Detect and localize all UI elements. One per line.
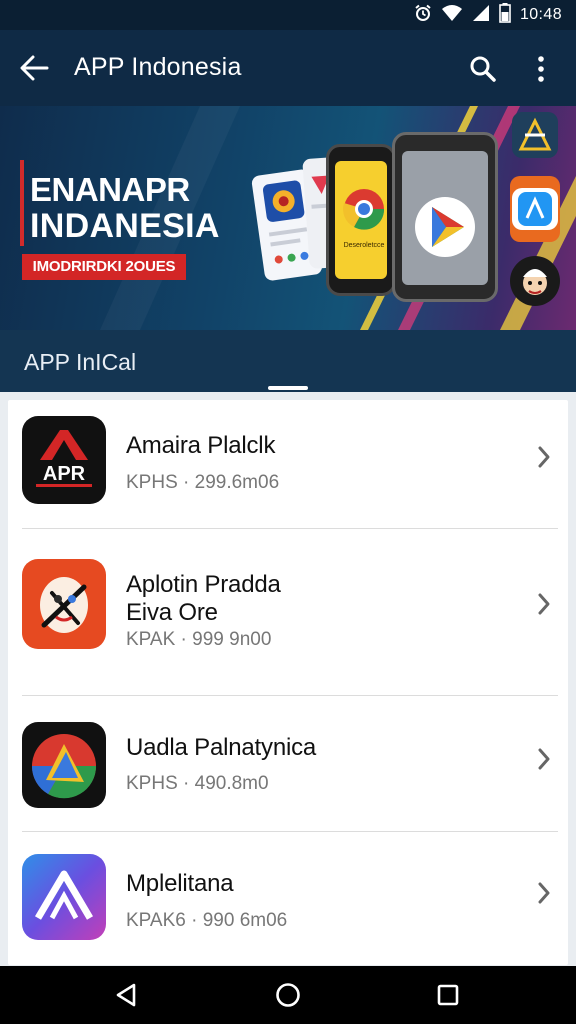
banner-tag: IMODRIRDKI 2OUES bbox=[22, 254, 186, 280]
play-logo-icon bbox=[415, 197, 475, 257]
banner-heading-line1: ENANAPR bbox=[30, 171, 190, 208]
battery-icon bbox=[499, 2, 511, 28]
triangle-logo-icon bbox=[22, 722, 106, 808]
phone-right-screen bbox=[402, 151, 488, 285]
chevron-right-icon bbox=[532, 744, 556, 774]
back-arrow-icon bbox=[20, 55, 49, 81]
app-bar: APP Indonesia bbox=[0, 30, 576, 106]
apr-logo-icon: APR bbox=[22, 416, 106, 504]
signal-icon bbox=[472, 4, 490, 27]
more-options-button[interactable] bbox=[520, 48, 562, 90]
nav-recents-button[interactable] bbox=[426, 975, 470, 1015]
phone-caption: Deseroletcce bbox=[343, 242, 385, 249]
app-list: APR Amaira Plalclk KPHS · 299.6m06 Aplot… bbox=[8, 400, 568, 965]
list-item[interactable]: Aplotin Pradda Eiva Ore KPAK · 999 9n00 bbox=[8, 529, 568, 694]
search-icon bbox=[470, 56, 496, 82]
list-item[interactable]: APR Amaira Plalclk KPHS · 299.6m06 bbox=[8, 400, 568, 528]
app-name: Mplelitana bbox=[126, 870, 234, 897]
more-vert-icon bbox=[538, 56, 544, 82]
app-name: Aplotin Pradda Eiva Ore bbox=[126, 571, 281, 626]
a-logo-icon bbox=[22, 854, 106, 940]
banner-phone-right bbox=[392, 132, 498, 302]
app-meta: KPAK6 · 990 6m06 bbox=[126, 910, 288, 931]
chevron-right-icon bbox=[532, 589, 556, 619]
list-item[interactable]: Mplelitana KPAK6 · 990 6m06 bbox=[8, 832, 568, 965]
drag-handle[interactable] bbox=[268, 386, 308, 390]
banner-heading: ENANAPR INDANESIA bbox=[30, 171, 220, 245]
list-item[interactable]: Uadla Palnatynica KPHS · 490.8m0 bbox=[8, 696, 568, 831]
back-triangle-icon bbox=[116, 983, 136, 1007]
wifi-icon bbox=[441, 4, 463, 27]
alarm-icon bbox=[414, 4, 432, 27]
chevron-right-icon bbox=[532, 878, 556, 908]
nav-home-button[interactable] bbox=[266, 975, 310, 1015]
banner-side-app-3 bbox=[510, 256, 560, 306]
mascot-face-icon bbox=[523, 269, 547, 295]
back-button[interactable] bbox=[14, 48, 54, 88]
status-icons: 10:48 bbox=[414, 2, 562, 28]
chrome-logo-icon bbox=[343, 189, 385, 230]
system-nav-bar bbox=[0, 966, 576, 1024]
recents-square-icon bbox=[437, 984, 459, 1006]
search-button[interactable] bbox=[462, 48, 504, 90]
app-meta: KPHS · 490.8m0 bbox=[126, 773, 269, 794]
a-blue-logo-icon bbox=[518, 192, 552, 226]
section-header: APP InICal bbox=[0, 330, 576, 392]
page-title: APP Indonesia bbox=[74, 53, 242, 81]
a-star-logo-icon bbox=[518, 117, 552, 151]
promo-banner[interactable]: ENANAPR INDANESIA IMODRIRDKI 2OUES Deser… bbox=[0, 106, 576, 330]
app-meta: KPAK · 999 9n00 bbox=[126, 629, 272, 650]
mascot-logo-icon bbox=[22, 559, 106, 649]
app-name: Uadla Palnatynica bbox=[126, 734, 317, 761]
banner-side-app-1 bbox=[512, 112, 558, 158]
home-circle-icon bbox=[276, 983, 300, 1007]
banner-side-app-2 bbox=[510, 176, 560, 242]
section-title: APP InICal bbox=[24, 349, 137, 375]
app-meta: KPHS · 299.6m06 bbox=[126, 472, 280, 493]
app-name: Amaira Plalclk bbox=[126, 432, 276, 459]
banner-heading-line2: INDANESIA bbox=[30, 207, 220, 245]
status-bar: 10:48 bbox=[0, 0, 576, 30]
banner-phone-left bbox=[326, 144, 396, 296]
apr-logo-text: APR bbox=[43, 463, 86, 485]
banner-accent-bar bbox=[20, 160, 24, 246]
chevron-right-icon bbox=[532, 442, 556, 472]
nav-back-button[interactable] bbox=[104, 975, 148, 1015]
phone-left-screen bbox=[335, 161, 387, 279]
status-time: 10:48 bbox=[519, 6, 562, 23]
